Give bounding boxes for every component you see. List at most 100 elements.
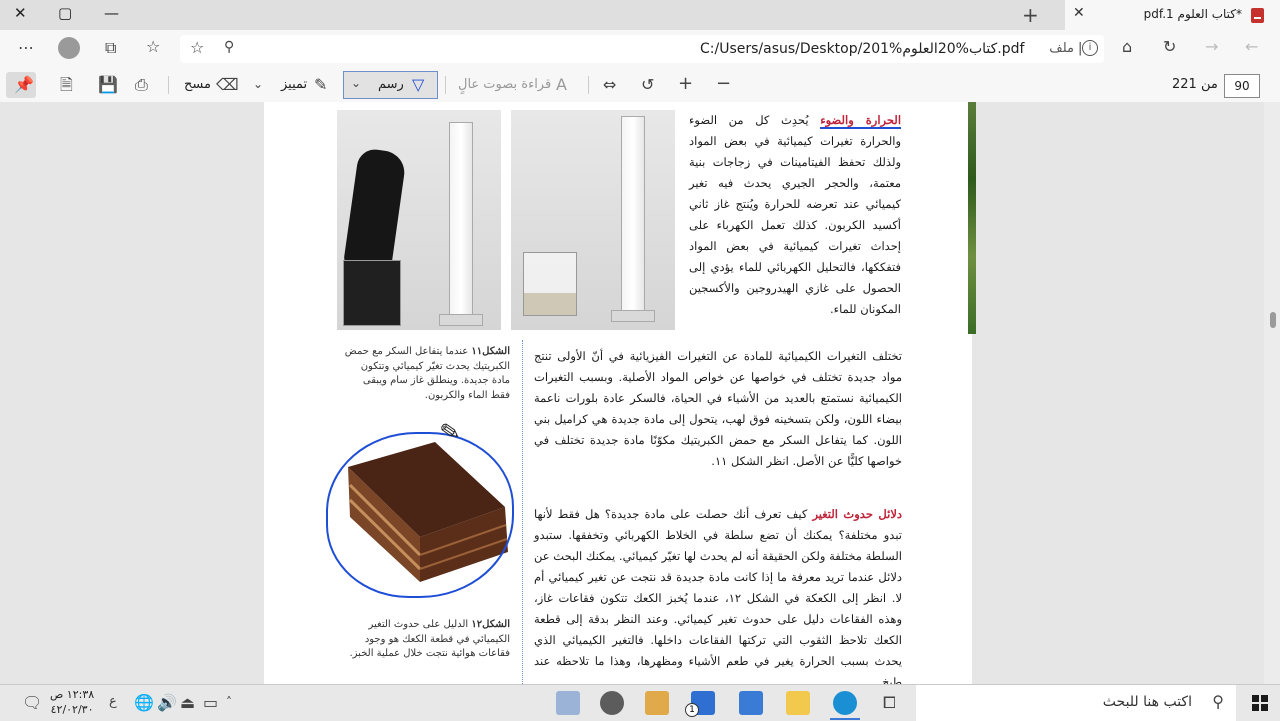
- paragraph-chemical-vs-physical: تختلف التغيرات الكيميائية للمادة عن التغ…: [534, 346, 902, 472]
- graduated-cylinder: [449, 122, 473, 324]
- app-photos-icon[interactable]: [556, 691, 580, 715]
- app-mail-icon[interactable]: 1: [685, 691, 715, 717]
- toolbar-separator: [168, 76, 169, 94]
- toolbar-separator: [588, 76, 589, 94]
- address-bar: ⋯ ⧉ ☆ ☆ ⚲ C:/Users/asus/Desktop/201%كتاب…: [0, 30, 1280, 69]
- carbon-column: [342, 147, 408, 273]
- pin-toolbar-button[interactable]: 📌: [6, 72, 36, 98]
- beaker-sugar: [523, 252, 577, 316]
- save-icon[interactable]: 💾: [98, 77, 118, 93]
- zoom-icon[interactable]: ⚲: [224, 40, 234, 54]
- browser-tab[interactable]: *كتاب العلوم pdf.1 ✕: [1065, 0, 1280, 30]
- new-tab-button[interactable]: +: [1022, 3, 1039, 27]
- language-indicator[interactable]: ع: [109, 695, 117, 708]
- print-icon[interactable]: ⎙: [135, 77, 148, 93]
- window-maximize-button[interactable]: ▢: [58, 4, 72, 22]
- save-as-icon[interactable]: 🗎: [60, 77, 73, 93]
- next-page-edge: [968, 102, 976, 334]
- search-placeholder: اكتب هنا للبحث: [1102, 694, 1192, 710]
- title-bar: ✕ ▢ — + *كتاب العلوم pdf.1 ✕: [0, 0, 1280, 30]
- scrollbar-thumb[interactable]: [1270, 312, 1276, 328]
- favorites-bar-icon[interactable]: ☆: [146, 39, 160, 55]
- erase-button[interactable]: مسح: [184, 77, 211, 92]
- network-globe-icon[interactable]: 🌐: [134, 695, 154, 711]
- profile-avatar[interactable]: [58, 37, 80, 59]
- app-media-player-icon[interactable]: [645, 691, 669, 715]
- graduated-cylinder: [621, 116, 645, 318]
- read-aloud-button[interactable]: قراءة بصوت عالٍ: [458, 77, 551, 92]
- fit-page-icon[interactable]: ⇔: [603, 77, 616, 93]
- add-favorite-icon[interactable]: ☆: [190, 40, 204, 56]
- app-file-explorer-icon[interactable]: [786, 691, 810, 715]
- paragraph-heat-light: الحرارة والضوء يُحدِث كل من الضوء والحرا…: [689, 110, 902, 320]
- window-close-button[interactable]: ✕: [14, 4, 27, 22]
- figure-11-photo-after: [337, 110, 501, 330]
- zoom-out-icon[interactable]: −: [716, 75, 731, 93]
- more-options-icon[interactable]: ⋯: [18, 40, 34, 56]
- figure-11-photo-before: [511, 110, 675, 330]
- cylinder-base: [439, 314, 483, 326]
- figure-11-label: الشكل١١: [471, 346, 510, 357]
- column-divider: [522, 340, 523, 684]
- search-icon: ⚲: [1212, 692, 1224, 711]
- usb-icon[interactable]: ⏏: [180, 695, 195, 711]
- page-number-input[interactable]: 90: [1224, 74, 1260, 98]
- speaker-icon[interactable]: 🔊: [157, 695, 177, 711]
- draw-label: رسم: [378, 77, 404, 92]
- draw-button[interactable]: ⌄ رسم ▽: [343, 71, 438, 99]
- back-icon[interactable]: →: [1205, 39, 1218, 55]
- figure-11-caption: الشكل١١ عندما يتفاعل السكر مع حمض الكبري…: [344, 345, 510, 403]
- paragraph-text: يُحدِث كل من الضوء والحرارة تغيرات كيميا…: [689, 113, 901, 316]
- tab-title: *كتاب العلوم pdf.1: [1143, 7, 1242, 21]
- highlight-button[interactable]: تمييز: [281, 77, 307, 92]
- mail-badge: 1: [685, 703, 699, 717]
- pin-icon: 📌: [14, 75, 34, 94]
- pdf-viewer[interactable]: الحرارة والضوء يُحدِث كل من الضوء والحرا…: [0, 102, 1280, 684]
- info-icon[interactable]: i: [1082, 40, 1098, 56]
- rotate-icon[interactable]: ↺: [641, 77, 654, 93]
- task-view-icon[interactable]: ⧠: [883, 695, 896, 711]
- pen-icon: ▽: [412, 75, 425, 94]
- collections-icon[interactable]: ⧉: [105, 40, 116, 56]
- highlighter-icon[interactable]: ✎: [314, 77, 327, 93]
- notification-icon[interactable]: 🗨: [22, 695, 42, 711]
- system-clock[interactable]: ١٢:٣٨ ص ٤٢/٠٢/٣٠: [50, 687, 94, 717]
- vertical-scrollbar[interactable]: [1264, 102, 1280, 684]
- tray-chevron-icon[interactable]: ˄: [226, 696, 232, 708]
- taskbar-search-box[interactable]: اكتب هنا للبحث ⚲: [916, 685, 1236, 721]
- heading-evidence-of-change: دلائل حدوث التغير: [812, 507, 903, 521]
- clock-time: ١٢:٣٨ ص: [50, 688, 95, 701]
- refresh-icon[interactable]: ↻: [1163, 39, 1176, 55]
- zoom-in-icon[interactable]: +: [678, 75, 693, 93]
- tab-close-button[interactable]: ✕: [1073, 5, 1085, 21]
- figure-12-label: الشكل١٢: [471, 619, 510, 630]
- app-camera-icon[interactable]: [600, 691, 624, 715]
- battery-icon[interactable]: ▭: [203, 695, 218, 711]
- file-scheme-label: ملف: [1049, 41, 1074, 56]
- pdf-file-icon: [1251, 8, 1264, 23]
- windows-taskbar: 🗨 ١٢:٣٨ ص ٤٢/٠٢/٣٠ ع 🌐 🔊 ⏏ ▭ ˄ 1 ⧠ اكتب …: [0, 684, 1280, 721]
- address-field[interactable]: ☆ ⚲ C:/Users/asus/Desktop/201%كتاب%20الع…: [180, 35, 1104, 63]
- pdf-page: الحرارة والضوء يُحدِث كل من الضوء والحرا…: [264, 102, 972, 684]
- app-store-icon[interactable]: [739, 691, 763, 715]
- toolbar-separator: [445, 76, 446, 94]
- sugar-pile: [524, 293, 576, 315]
- forward-icon[interactable]: ←: [1245, 39, 1258, 55]
- paragraph-text: كيف تعرف أنك حصلت على مادة جديدة؟ هل فقط…: [534, 507, 903, 684]
- eraser-icon[interactable]: ⌫: [216, 77, 239, 93]
- address-url[interactable]: C:/Users/asus/Desktop/201%كتاب%20العلوم.…: [700, 41, 1024, 57]
- app-edge-icon[interactable]: [833, 691, 857, 715]
- start-button[interactable]: [1252, 695, 1268, 711]
- heading-heat-light: الحرارة والضوء: [820, 113, 902, 129]
- home-icon[interactable]: ⌂: [1122, 39, 1132, 55]
- chevron-down-icon[interactable]: ⌄: [351, 77, 361, 89]
- paragraph-text: تختلف التغيرات الكيميائية للمادة عن التغ…: [534, 349, 902, 468]
- window-minimize-button[interactable]: —: [104, 4, 119, 22]
- ink-circle-annotation[interactable]: [326, 432, 514, 598]
- cylinder-base: [611, 310, 655, 322]
- chevron-down-icon[interactable]: ⌄: [253, 78, 263, 90]
- clock-date: ٤٢/٠٢/٣٠: [50, 703, 94, 716]
- page-total: من 221: [1172, 77, 1218, 92]
- read-aloud-icon[interactable]: A: [556, 77, 567, 93]
- figure-12-caption: الشكل١٢ الدليل على حدوث التغير الكيميائي…: [344, 618, 510, 662]
